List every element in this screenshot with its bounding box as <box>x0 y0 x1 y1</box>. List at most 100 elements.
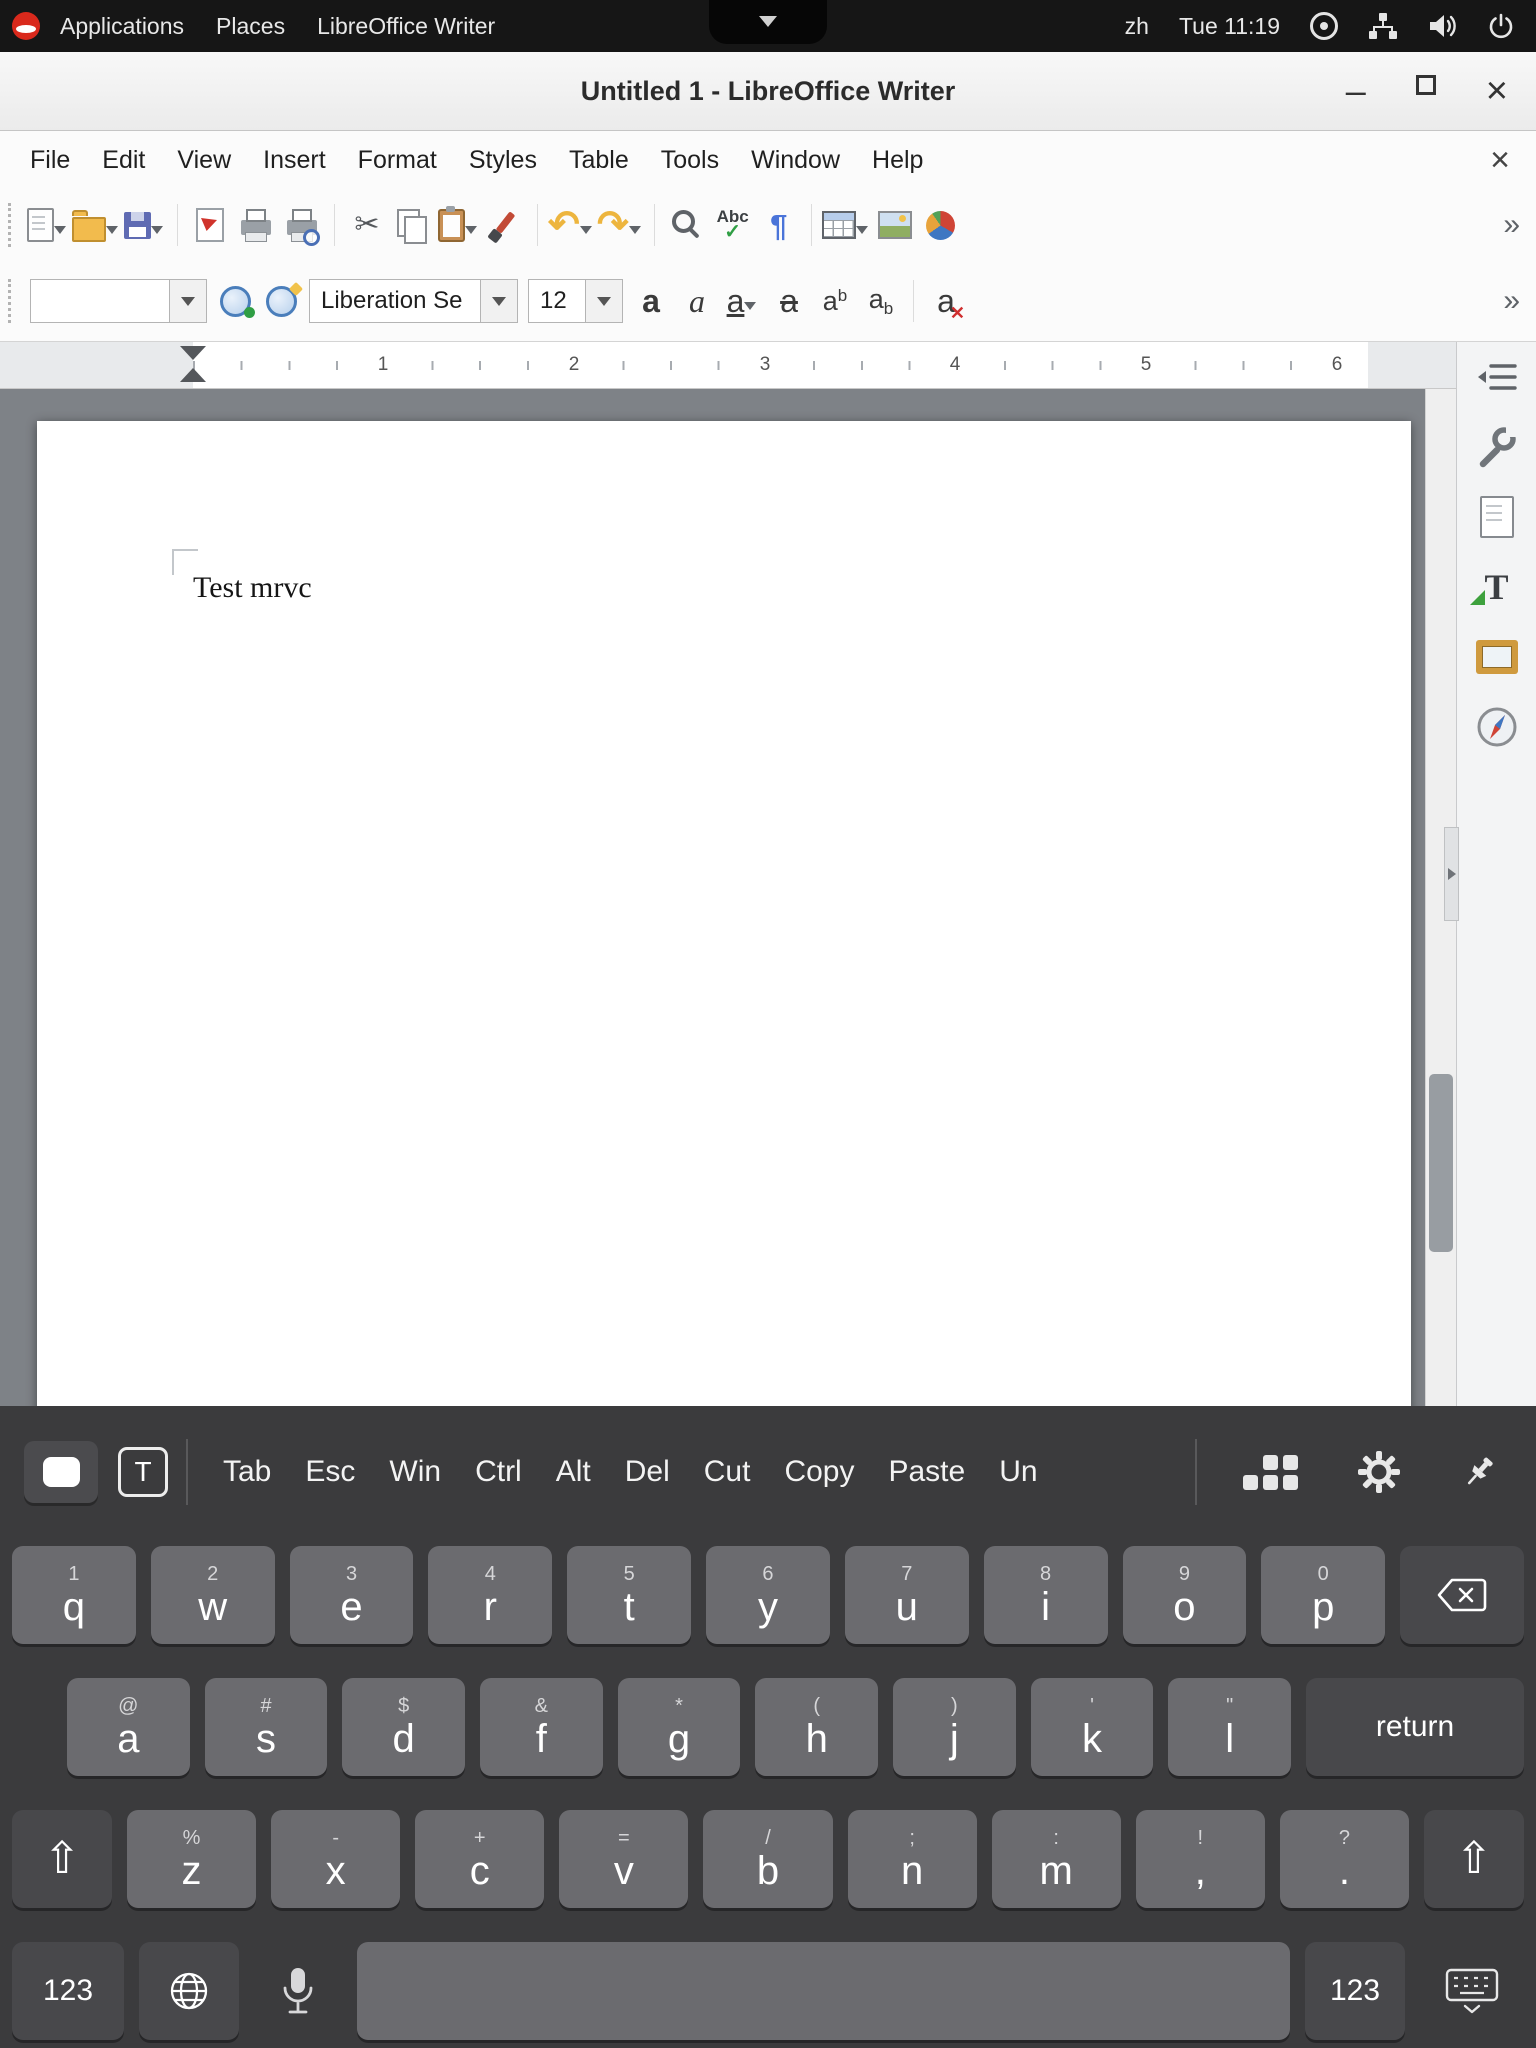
left-indent-marker[interactable] <box>180 368 206 382</box>
dictation-mic-button[interactable] <box>254 1942 342 2040</box>
key-q[interactable]: 1q <box>12 1546 136 1644</box>
menu-file[interactable]: File <box>14 140 86 181</box>
save-button[interactable] <box>123 198 167 252</box>
toolbar-drag-handle[interactable] <box>8 203 17 247</box>
close-button[interactable]: × <box>1486 72 1508 110</box>
key-b[interactable]: /b <box>703 1810 832 1908</box>
title-bar[interactable]: Untitled 1 - LibreOffice Writer – × <box>0 52 1536 131</box>
dropdown-caret-icon[interactable] <box>151 226 163 240</box>
redo-button[interactable]: ↷ <box>597 198 644 252</box>
key-x[interactable]: -x <box>271 1810 400 1908</box>
pointer-mode-key[interactable] <box>24 1441 98 1503</box>
backspace-key[interactable] <box>1400 1546 1524 1644</box>
copy-button[interactable] <box>391 198 435 252</box>
key-y[interactable]: 6y <box>706 1546 830 1644</box>
key-n[interactable]: ;n <box>848 1810 977 1908</box>
key-o[interactable]: 9o <box>1123 1546 1247 1644</box>
extra-key-undo[interactable]: Un <box>982 1455 1054 1489</box>
font-name-combo[interactable]: Liberation Se <box>309 278 518 324</box>
font-size-value[interactable]: 12 <box>528 279 586 323</box>
menu-format[interactable]: Format <box>342 140 453 181</box>
clone-formatting-button[interactable] <box>483 198 527 252</box>
superscript-button[interactable]: ab <box>813 274 857 328</box>
extra-key-alt[interactable]: Alt <box>539 1455 608 1489</box>
dismiss-keyboard-button[interactable] <box>1420 1942 1524 2040</box>
dropdown-caret-icon[interactable] <box>744 302 756 316</box>
key-l[interactable]: "l <box>1168 1678 1291 1776</box>
underline-button[interactable]: a <box>721 274 765 328</box>
menu-view[interactable]: View <box>161 140 247 181</box>
key-w[interactable]: 2w <box>151 1546 275 1644</box>
more-keys-grid-icon[interactable] <box>1243 1455 1298 1490</box>
toolbar-overflow-button[interactable]: » <box>1503 208 1518 242</box>
dropdown-caret-icon[interactable] <box>106 226 118 240</box>
sidebar-collapse-handle[interactable] <box>1444 827 1459 921</box>
key-j[interactable]: )j <box>893 1678 1016 1776</box>
cut-button[interactable]: ✂ <box>345 198 389 252</box>
key-i[interactable]: 8i <box>984 1546 1108 1644</box>
menu-table[interactable]: Table <box>553 140 645 181</box>
key-u[interactable]: 7u <box>845 1546 969 1644</box>
shift-key-right[interactable]: ⇧ <box>1424 1810 1524 1908</box>
scrollbar-thumb[interactable] <box>1429 1074 1453 1252</box>
numbers-key-left[interactable]: 123 <box>12 1942 124 2040</box>
spelling-button[interactable]: Abc ✓ <box>711 198 755 252</box>
toolbar-drag-handle[interactable] <box>8 279 17 323</box>
shift-key-left[interactable]: ⇧ <box>12 1810 112 1908</box>
new-style-button[interactable] <box>259 274 303 328</box>
extra-key-copy[interactable]: Copy <box>767 1455 871 1489</box>
active-app-menu[interactable]: LibreOffice Writer <box>301 0 511 52</box>
key-f[interactable]: &f <box>480 1678 603 1776</box>
key-h[interactable]: (h <box>755 1678 878 1776</box>
font-size-dropdown[interactable] <box>586 279 623 323</box>
font-name-value[interactable]: Liberation Se <box>309 279 481 323</box>
horizontal-ruler[interactable]: L 1 2 3 4 5 6 <box>0 342 1456 389</box>
dropdown-caret-icon[interactable] <box>54 226 66 240</box>
paste-button[interactable] <box>437 198 481 252</box>
bold-button[interactable]: a <box>629 274 673 328</box>
gear-icon[interactable] <box>1358 1451 1400 1493</box>
power-icon[interactable] <box>1488 13 1514 39</box>
paragraph-style-dropdown[interactable] <box>170 279 207 323</box>
menu-styles[interactable]: Styles <box>453 140 553 181</box>
italic-button[interactable]: a <box>675 274 719 328</box>
key-period[interactable]: ?. <box>1280 1810 1409 1908</box>
extra-key-esc[interactable]: Esc <box>288 1455 372 1489</box>
return-key[interactable]: return <box>1306 1678 1524 1776</box>
document-view[interactable]: Test mrvc <box>0 389 1425 1406</box>
sidebar-page-button[interactable] <box>1469 490 1525 544</box>
menu-insert[interactable]: Insert <box>247 140 342 181</box>
key-v[interactable]: =v <box>559 1810 688 1908</box>
sidebar-settings-button[interactable] <box>1469 350 1525 404</box>
clock[interactable]: Tue 11:19 <box>1179 13 1280 40</box>
key-d[interactable]: $d <box>342 1678 465 1776</box>
formatting-marks-button[interactable]: ¶ <box>757 198 801 252</box>
key-m[interactable]: :m <box>992 1810 1121 1908</box>
sidebar-navigator-button[interactable] <box>1469 700 1525 754</box>
input-layout-indicator[interactable]: zh <box>1125 13 1149 40</box>
numbers-key-right[interactable]: 123 <box>1305 1942 1405 2040</box>
globe-key[interactable] <box>139 1942 239 2040</box>
key-t[interactable]: 5t <box>567 1546 691 1644</box>
open-button[interactable] <box>72 198 121 252</box>
key-g[interactable]: *g <box>618 1678 741 1776</box>
dropdown-caret-icon[interactable] <box>580 226 592 240</box>
subscript-button[interactable]: ab <box>859 274 903 328</box>
first-line-indent-marker[interactable] <box>180 346 206 360</box>
key-z[interactable]: %z <box>127 1810 256 1908</box>
document-page[interactable]: Test mrvc <box>37 421 1411 1406</box>
menu-help[interactable]: Help <box>856 140 939 181</box>
paragraph-style-combo[interactable] <box>30 278 207 324</box>
dropdown-caret-icon[interactable] <box>856 226 868 240</box>
insert-chart-button[interactable] <box>919 198 963 252</box>
font-size-combo[interactable]: 12 <box>528 278 623 324</box>
update-style-button[interactable] <box>213 274 257 328</box>
extra-key-tab[interactable]: Tab <box>206 1455 288 1489</box>
places-menu[interactable]: Places <box>200 0 301 52</box>
network-tree-icon[interactable] <box>1368 12 1398 40</box>
extra-key-paste[interactable]: Paste <box>871 1455 982 1489</box>
find-replace-button[interactable] <box>665 198 709 252</box>
space-key[interactable] <box>357 1942 1290 2040</box>
font-name-dropdown[interactable] <box>481 279 518 323</box>
key-e[interactable]: 3e <box>290 1546 414 1644</box>
